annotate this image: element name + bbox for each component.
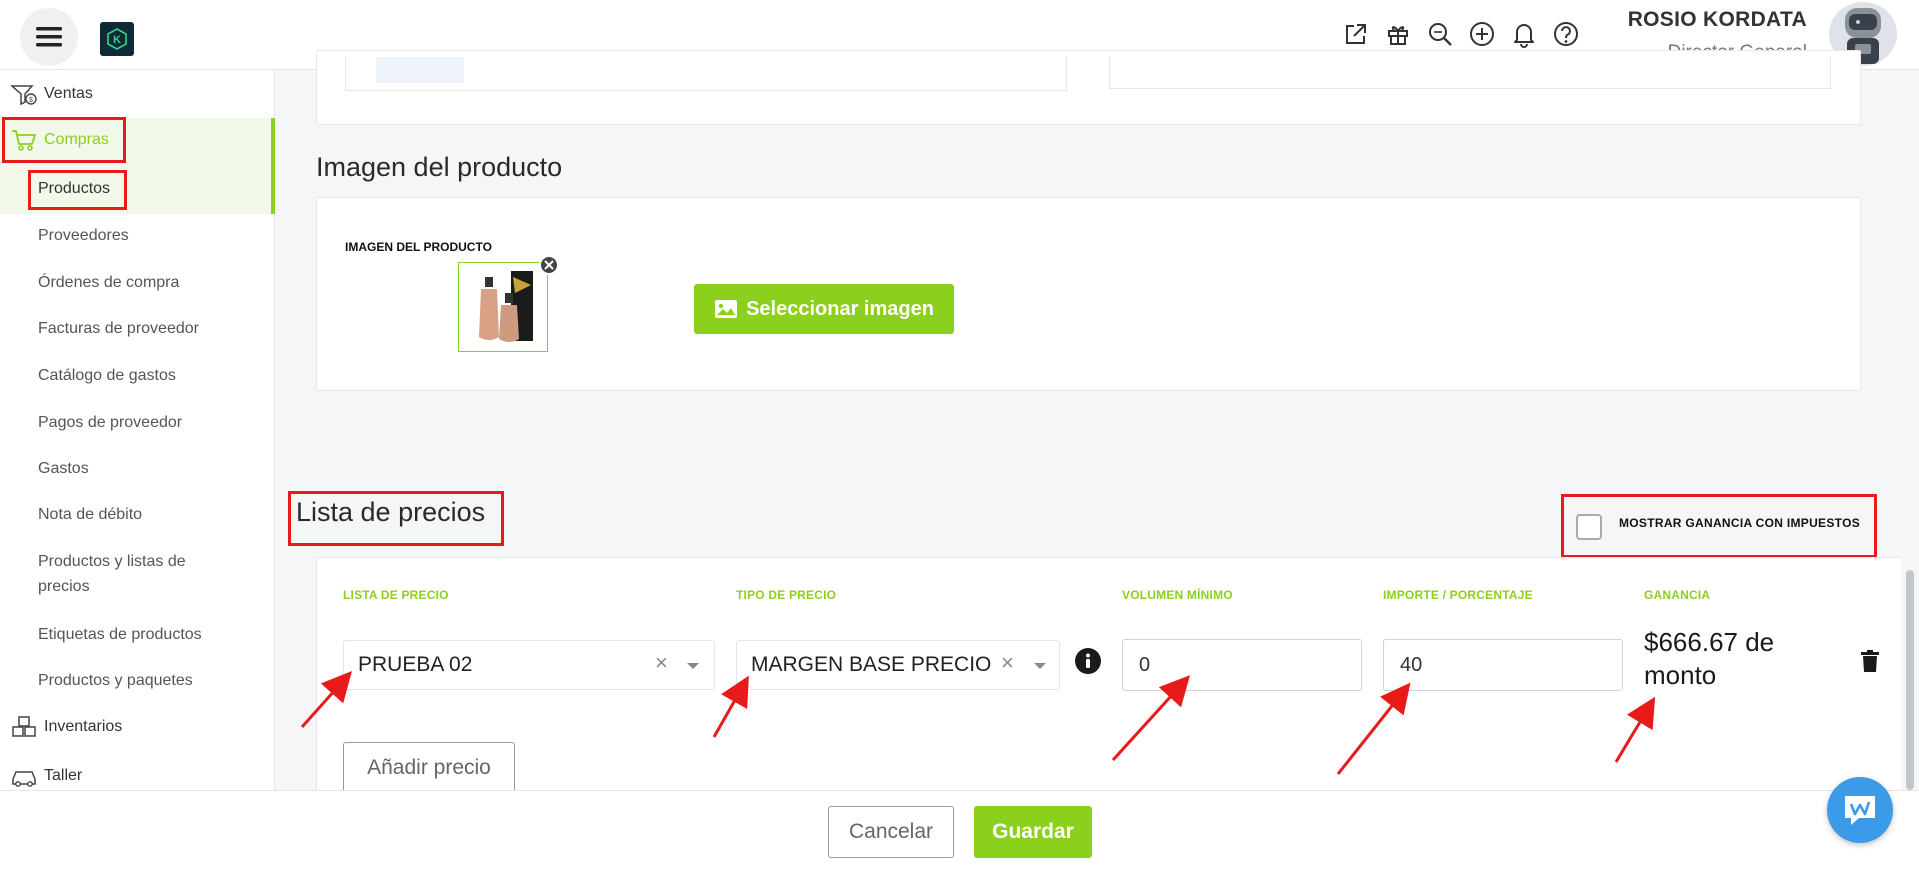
page-scrollbar[interactable]: [1906, 570, 1914, 790]
save-button[interactable]: Guardar: [974, 806, 1092, 858]
arrow-profit: [1614, 696, 1656, 763]
form-footer: Cancelar Guardar: [0, 790, 1919, 875]
chat-support-button[interactable]: [1827, 777, 1893, 843]
cancel-button[interactable]: Cancelar: [828, 806, 954, 858]
annotation-arrows: [300, 671, 1656, 775]
arrow-price-type: [712, 675, 749, 738]
chat-icon: [1845, 796, 1875, 825]
arrow-price-list: [300, 671, 352, 728]
arrow-min-volume: [1111, 675, 1191, 762]
arrow-amount: [1336, 682, 1411, 775]
